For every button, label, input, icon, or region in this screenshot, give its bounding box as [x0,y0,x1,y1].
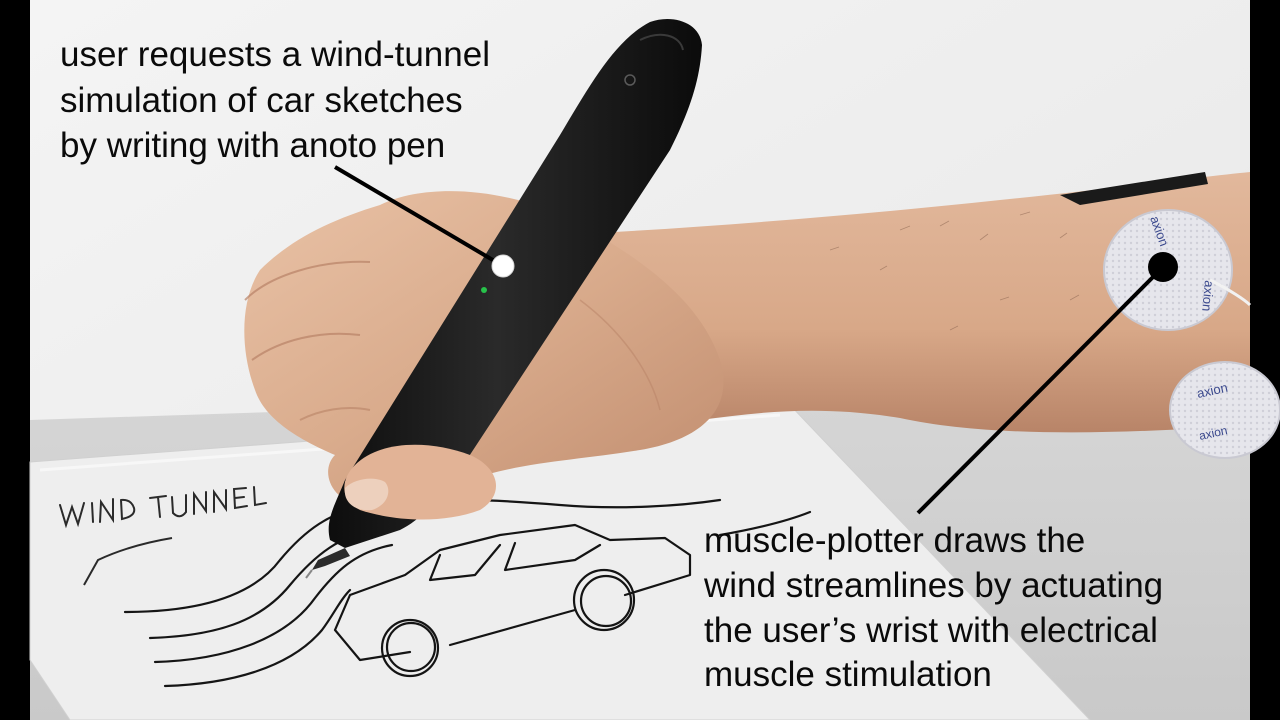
annotation-line: muscle stimulation [704,653,1163,698]
annotation-line: wind streamlines by actuating [704,564,1163,609]
annotation-line: simulation of car sketches [60,78,490,124]
annotated-photo: axion axion axion axion [0,0,1280,720]
left-letterbox [0,0,30,720]
svg-text:axion: axion [1199,280,1217,312]
callout-dot-electrode [1148,252,1178,282]
annotation-line: the user’s wrist with electrical [704,609,1163,654]
right-letterbox [1250,0,1280,720]
annotation-line: muscle-plotter draws the [704,519,1163,564]
callout-dot-pen [492,255,514,277]
annotation-muscle-plotter: muscle-plotter draws the wind streamline… [704,519,1163,698]
annotation-pen-request: user requests a wind-tunnel simulation o… [60,32,490,169]
electrode-lower: axion axion [1170,362,1280,458]
annotation-line: by writing with anoto pen [60,123,490,169]
annotation-line: user requests a wind-tunnel [60,32,490,78]
